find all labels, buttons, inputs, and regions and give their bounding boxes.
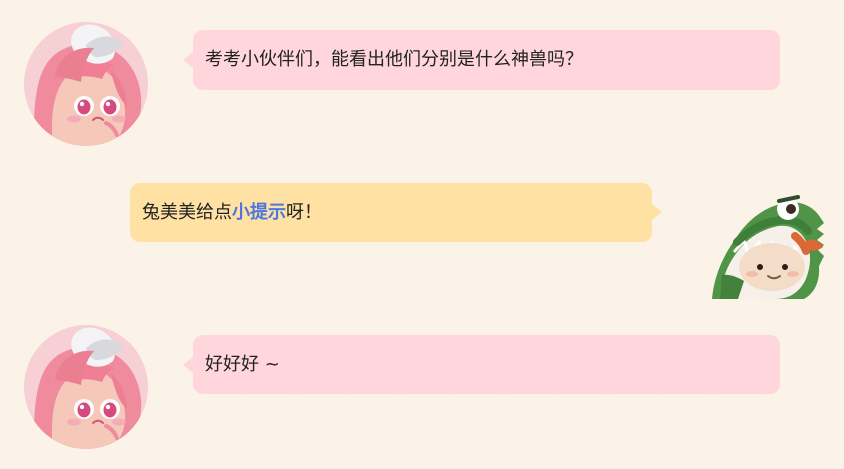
girl-avatar-icon (24, 22, 148, 146)
girl-avatar-icon (24, 325, 148, 449)
message-text-1: 考考小伙伴们，能看出他们分别是什么神兽吗？ (205, 49, 583, 70)
message-bubble-1: 考考小伙伴们，能看出他们分别是什么神兽吗？ (183, 30, 780, 90)
message-text-3: 好好好 ~ (205, 353, 280, 375)
message-text-2-prefix: 兔美美给点 (142, 201, 232, 223)
message-bubble-2: 兔美美给点 小提示 呀！ (130, 183, 662, 242)
dinosaur-avatar-icon (702, 173, 824, 299)
message-text-2-suffix: 呀！ (286, 201, 322, 223)
hint-link[interactable]: 小提示 (232, 203, 286, 222)
message-bubble-3: 好好好 ~ (183, 335, 780, 394)
